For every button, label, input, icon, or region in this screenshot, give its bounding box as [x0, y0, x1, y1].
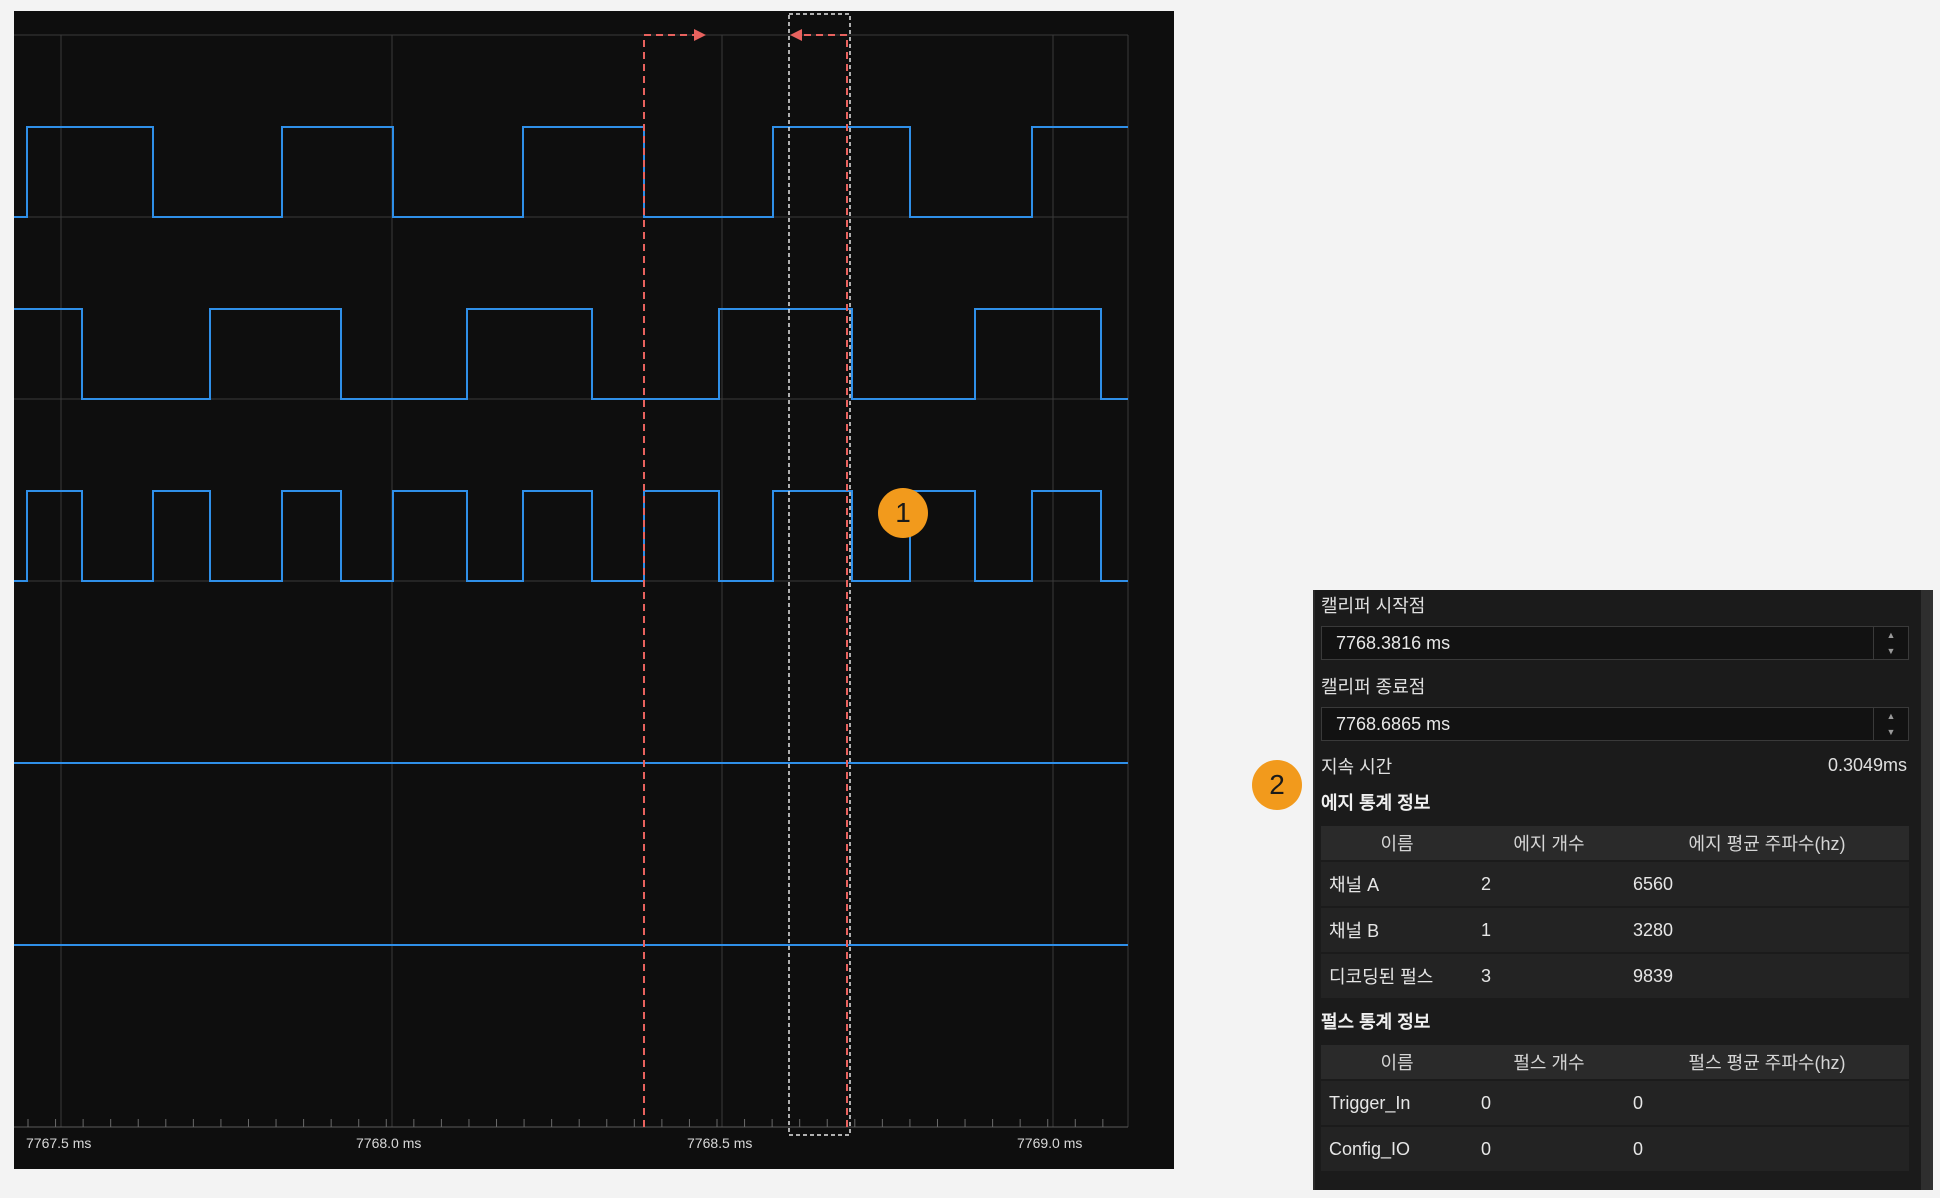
edge-stats-title: 에지 통계 정보	[1321, 793, 1431, 813]
pulse-stats-title: 펄스 통계 정보	[1321, 1012, 1431, 1032]
caliper-start-stepper[interactable]: ▲ ▼	[1873, 627, 1908, 659]
column-header-name: 이름	[1321, 1045, 1473, 1080]
column-header-name: 이름	[1321, 826, 1473, 861]
column-header-frequency: 에지 평균 주파수(hz)	[1625, 826, 1909, 861]
channel-b-signal	[14, 308, 1128, 400]
column-header-frequency: 펄스 평균 주파수(hz)	[1625, 1045, 1909, 1080]
duration-label: 지속 시간	[1321, 757, 1393, 777]
cell-count: 0	[1473, 1079, 1625, 1126]
stage: 7767.5 ms 7768.0 ms 7768.5 ms 7769.0 ms …	[0, 0, 1940, 1198]
edge-stats-table: 이름 에지 개수 에지 평균 주파수(hz) 채널 A 2 6560 채널 B …	[1321, 826, 1909, 998]
step-up-icon[interactable]: ▲	[1874, 627, 1908, 643]
caliper-end-arrow-icon	[790, 29, 802, 41]
step-down-icon[interactable]: ▼	[1874, 724, 1908, 740]
cell-name: Trigger_In	[1321, 1079, 1473, 1126]
time-label-4: 7769.0 ms	[1017, 1135, 1083, 1151]
cell-name: 디코딩된 펄스	[1321, 952, 1473, 998]
step-down-icon[interactable]: ▼	[1874, 643, 1908, 659]
cell-frequency: 6560	[1625, 860, 1909, 907]
step-up-icon[interactable]: ▲	[1874, 708, 1908, 724]
cell-frequency: 0	[1625, 1125, 1909, 1171]
table-row: 채널 A 2 6560	[1321, 860, 1909, 907]
caliper-end-stepper[interactable]: ▲ ▼	[1873, 708, 1908, 740]
caliper-start-input[interactable]: 7768.3816 ms ▲ ▼	[1321, 626, 1909, 660]
caliper-end-input[interactable]: 7768.6865 ms ▲ ▼	[1321, 707, 1909, 741]
caliper-start-arrow-icon	[694, 29, 706, 41]
cell-count: 1	[1473, 906, 1625, 953]
caliper-start-value: 7768.3816 ms	[1336, 633, 1451, 653]
channel-a-signal	[14, 126, 1128, 218]
callout-marker-1: 1	[878, 488, 928, 538]
waveform-viewer[interactable]: 7767.5 ms 7768.0 ms 7768.5 ms 7769.0 ms	[14, 11, 1174, 1169]
cell-frequency: 0	[1625, 1079, 1909, 1126]
selection-highlight-box	[788, 13, 851, 1136]
column-header-count: 에지 개수	[1473, 826, 1625, 861]
table-row: Config_IO 0 0	[1321, 1125, 1909, 1171]
caliper-end-label: 캘리퍼 종료점	[1321, 677, 1426, 697]
panel-scrollbar[interactable]	[1921, 590, 1933, 1190]
pulse-stats-table: 이름 펄스 개수 펄스 평균 주파수(hz) Trigger_In 0 0 Co…	[1321, 1045, 1909, 1171]
caliper-end-value: 7768.6865 ms	[1336, 714, 1451, 734]
cell-frequency: 9839	[1625, 952, 1909, 998]
decoded-pulse-signal	[14, 490, 1128, 582]
time-label-3: 7768.5 ms	[687, 1135, 753, 1151]
callout-marker-2: 2	[1252, 760, 1302, 810]
caliper-stats-panel: 캘리퍼 시작점 7768.3816 ms ▲ ▼ 캘리퍼 종료점 7768.68…	[1313, 590, 1933, 1190]
waveform-canvas[interactable]	[14, 11, 1174, 1169]
cell-count: 0	[1473, 1125, 1625, 1171]
time-label-1: 7767.5 ms	[26, 1135, 92, 1151]
cell-name: 채널 B	[1321, 906, 1473, 953]
time-label-2: 7768.0 ms	[356, 1135, 422, 1151]
table-row: 채널 B 1 3280	[1321, 906, 1909, 953]
duration-value: 0.3049ms	[1827, 755, 1907, 775]
table-row: Trigger_In 0 0	[1321, 1079, 1909, 1126]
column-header-count: 펄스 개수	[1473, 1045, 1625, 1080]
cell-frequency: 3280	[1625, 906, 1909, 953]
cell-count: 2	[1473, 860, 1625, 907]
table-row: 디코딩된 펄스 3 9839	[1321, 952, 1909, 998]
caliper-start-label: 캘리퍼 시작점	[1321, 596, 1426, 616]
cell-count: 3	[1473, 952, 1625, 998]
cell-name: 채널 A	[1321, 860, 1473, 907]
cell-name: Config_IO	[1321, 1125, 1473, 1171]
